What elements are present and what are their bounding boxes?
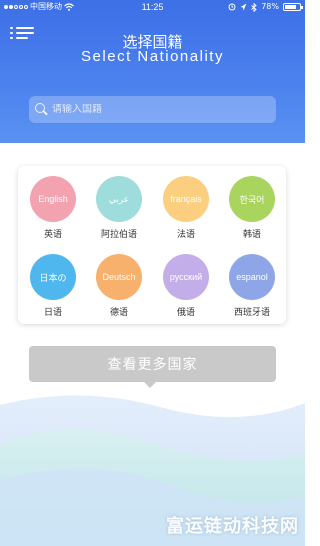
language-label: 阿拉伯语 — [100, 230, 137, 240]
battery-icon — [283, 3, 303, 11]
language-label: 俄语 — [176, 308, 195, 318]
language-label: 法语 — [176, 230, 195, 240]
language-badge: ﻋﺮﺑﻲ — [96, 176, 142, 222]
alarm-icon — [228, 3, 236, 11]
language-badge: 日本の — [30, 254, 76, 300]
battery-percent: 78% — [261, 2, 279, 11]
search-icon — [35, 103, 48, 116]
language-japanese[interactable]: 日本の 日语 — [23, 254, 83, 318]
language-label: 西班牙语 — [233, 308, 270, 318]
location-icon — [240, 3, 247, 11]
language-spanish[interactable]: espanol 西班牙语 — [222, 254, 282, 318]
language-arabic[interactable]: ﻋﺮﺑﻲ 阿拉伯语 — [89, 176, 149, 240]
language-badge: Deutsch — [96, 254, 142, 300]
language-badge: français — [163, 176, 209, 222]
more-countries-button[interactable]: 查看更多国家 — [29, 346, 276, 388]
language-french[interactable]: français 法语 — [156, 176, 216, 240]
header-banner: 中国移动 11:25 78% 选择国籍 Select Nationality 请… — [0, 0, 305, 143]
language-german[interactable]: Deutsch 德语 — [89, 254, 149, 318]
language-english[interactable]: English 英语 — [23, 176, 83, 240]
language-label: 日语 — [43, 308, 62, 318]
language-label: 德语 — [109, 308, 128, 318]
search-bar[interactable] — [29, 96, 276, 123]
status-bar: 中国移动 11:25 78% — [0, 0, 305, 14]
language-badge: русский — [163, 254, 209, 300]
language-russian[interactable]: русский 俄语 — [156, 254, 216, 318]
language-label: 韩语 — [242, 230, 261, 240]
language-badge: espanol — [229, 254, 275, 300]
language-grid: English 英语 ﻋﺮﺑﻲ 阿拉伯语 français 法语 한국어 韩语 … — [18, 166, 286, 324]
watermark-text: 富运链动科技网 — [166, 516, 299, 537]
language-korean[interactable]: 한국어 韩语 — [222, 176, 282, 240]
language-label: 英语 — [43, 230, 62, 240]
language-badge: English — [30, 176, 76, 222]
search-input[interactable] — [52, 104, 262, 115]
page-subtitle: Select Nationality — [81, 48, 224, 65]
language-badge: 한국어 — [229, 176, 275, 222]
bluetooth-icon — [251, 2, 257, 12]
